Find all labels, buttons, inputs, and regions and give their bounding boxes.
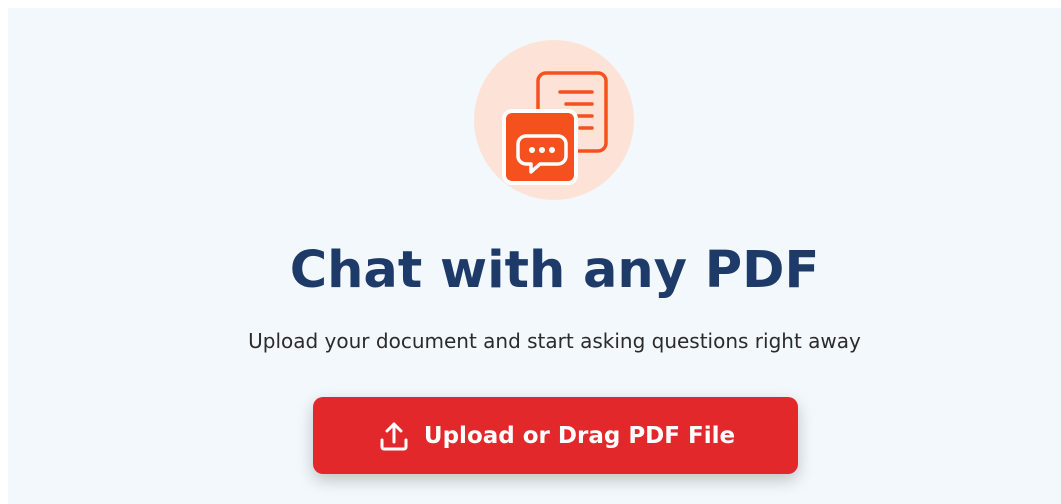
upload-pdf-button[interactable]: Upload or Drag PDF File xyxy=(313,397,798,474)
upload-panel: Chat with any PDF Upload your document a… xyxy=(8,8,1061,504)
page-subtitle: Upload your document and start asking qu… xyxy=(248,329,861,353)
chat-document-icon xyxy=(474,40,634,200)
upload-button-label: Upload or Drag PDF File xyxy=(423,422,736,449)
page-title: Chat with any PDF xyxy=(289,241,820,300)
upload-icon xyxy=(376,418,412,454)
